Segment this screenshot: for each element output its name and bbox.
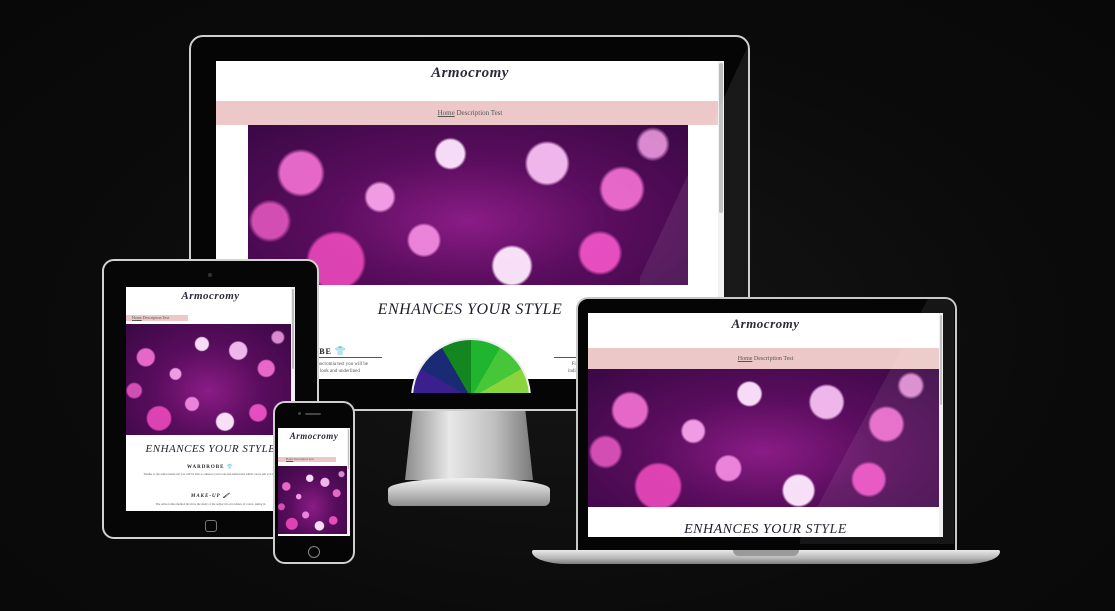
nav-bar: Home Description Test [278, 457, 336, 462]
nav-bar: Home Description Test [126, 315, 188, 321]
phone-speaker [305, 413, 321, 415]
wardrobe-text: Thanks to the armocromia test you will b… [143, 472, 278, 476]
phone-camera [298, 412, 301, 415]
scrollbar[interactable] [347, 428, 350, 536]
phone-home-button[interactable] [308, 546, 320, 558]
shirt-icon: 👕 [334, 346, 348, 356]
nav-home-link[interactable]: Home [286, 457, 293, 461]
scrollbar-thumb[interactable] [348, 429, 349, 469]
nav-home-link[interactable]: Home [132, 315, 142, 320]
laptop-notch [733, 550, 799, 556]
right-text: Fi indi [568, 362, 576, 374]
laptop-glare [800, 299, 954, 544]
nav-description-link[interactable]: Description [754, 356, 782, 362]
tablet-home-button[interactable] [205, 520, 217, 532]
tablet-camera [208, 273, 212, 277]
wardrobe-text: armocromia test you will be our look and… [312, 362, 369, 374]
makeup-heading: MAKE-UP 🖌 [190, 494, 231, 499]
nav-home-link[interactable]: Home [738, 356, 753, 362]
nav-home-link[interactable]: Home [438, 109, 455, 117]
nav-test-link[interactable]: Test [162, 315, 169, 320]
nav-description-link[interactable]: Description [143, 315, 162, 320]
monitor-stand-base [388, 478, 550, 506]
site-title[interactable]: Armocromy [278, 431, 350, 441]
scrollbar-thumb[interactable] [292, 289, 294, 369]
hero-image [278, 466, 347, 534]
nav-test-link[interactable]: Test [783, 356, 793, 362]
nav-description-link[interactable]: Description [294, 457, 308, 461]
site-title[interactable]: Armocromy [126, 290, 295, 302]
nav-test-link[interactable]: Test [491, 109, 503, 117]
makeup-text: The armocromia method involves the study… [155, 502, 266, 506]
monitor-stand-neck [405, 410, 533, 480]
wardrobe-heading: WARDROBE 👕 [187, 465, 234, 470]
shirt-icon: 👕 [226, 465, 234, 470]
brush-icon: 🖌 [222, 494, 231, 499]
nav-description-link[interactable]: Description [456, 109, 489, 117]
tablet-screen: Armocromy Home Description Test ENHANCES… [126, 287, 295, 511]
phone-screen: Armocromy Home Description Test [278, 428, 350, 536]
hero-image [126, 324, 291, 435]
nav-test-link[interactable]: Test [309, 457, 314, 461]
headline: ENHANCES YOUR STYLE [145, 443, 276, 455]
wardrobe-divider [312, 357, 382, 358]
